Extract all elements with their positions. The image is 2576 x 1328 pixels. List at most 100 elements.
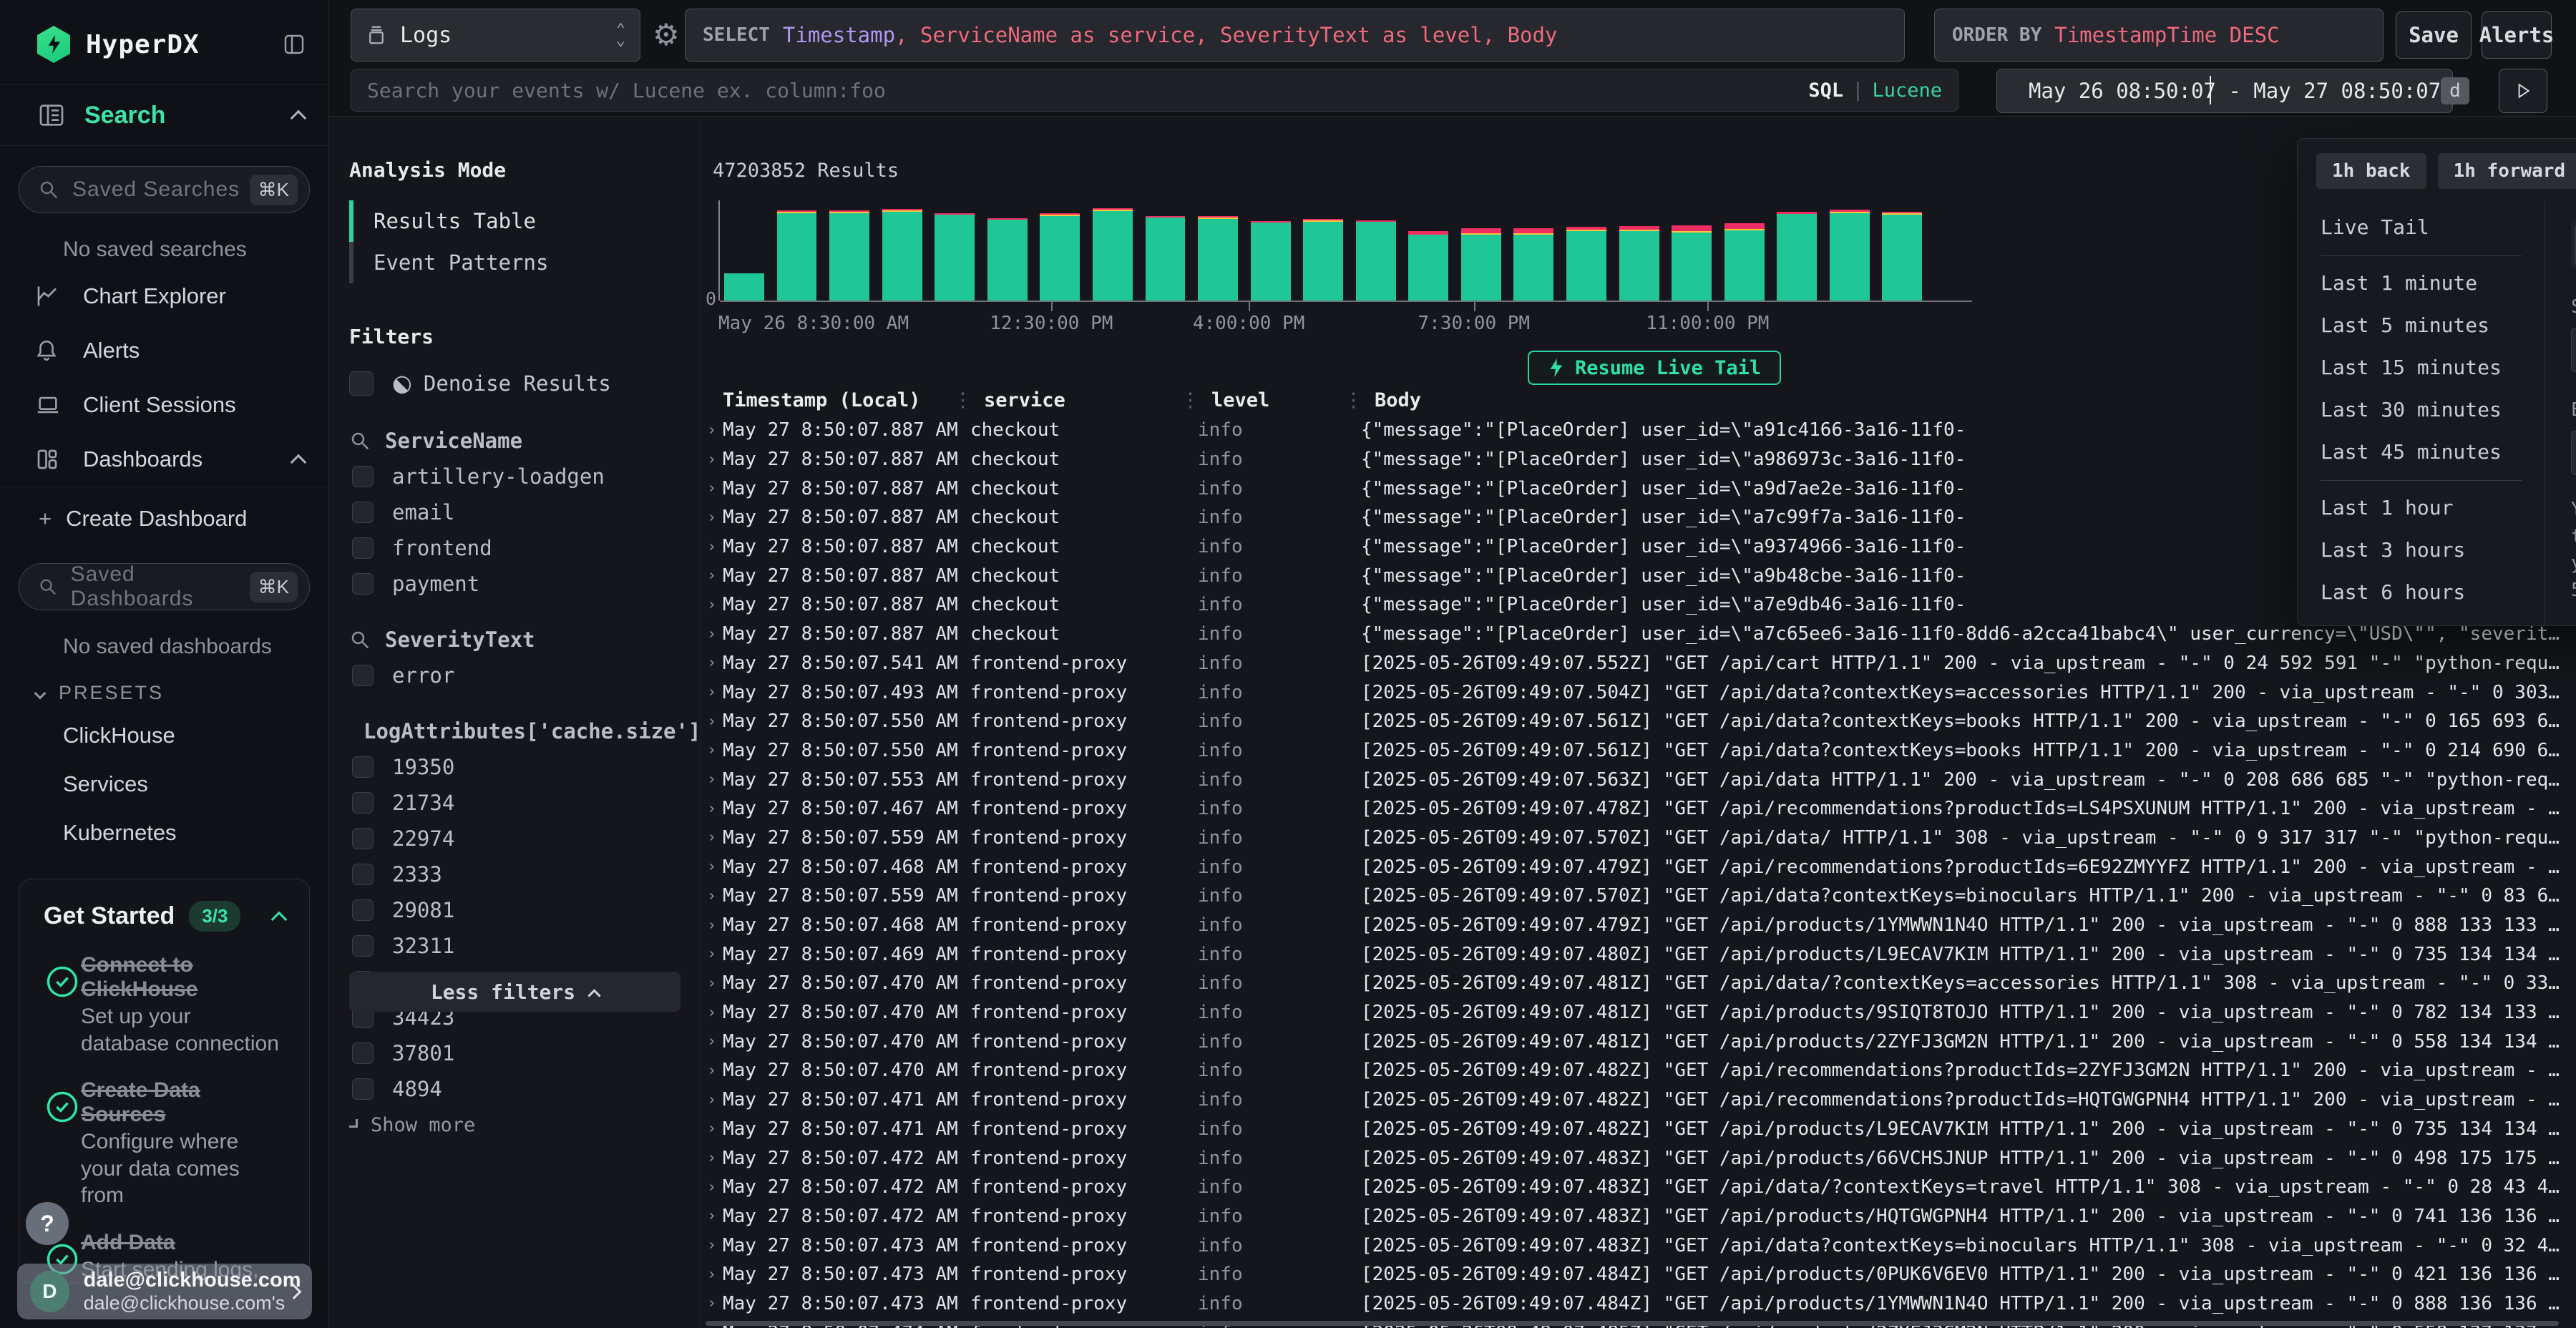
sidebar-item-dashboards[interactable]: Dashboards (0, 432, 328, 487)
create-dashboard-button[interactable]: +Create Dashboard (0, 487, 328, 543)
help-button[interactable]: ? (26, 1202, 69, 1245)
table-row[interactable]: ›May 27 8:50:07.887 AMcheckoutinfo{"mess… (701, 474, 2576, 503)
preset-clickhouse[interactable]: ClickHouse (0, 711, 328, 760)
table-row[interactable]: ›May 27 8:50:07.473 AMfrontend-proxyinfo… (701, 1289, 2576, 1319)
source-settings-gear-icon[interactable]: ⚙ (653, 17, 680, 52)
filter-checkbox[interactable] (352, 502, 374, 523)
row-expand-icon[interactable]: › (707, 1236, 723, 1254)
table-row[interactable]: ›May 27 8:50:07.887 AMcheckoutinfo{"mess… (701, 561, 2576, 590)
row-expand-icon[interactable]: › (707, 479, 723, 497)
row-expand-icon[interactable]: › (707, 771, 723, 788)
shift-back-button[interactable]: 1h back (2316, 153, 2426, 189)
saved-dashboards-input[interactable]: Saved Dashboards ⌘K (19, 563, 310, 610)
date-range-input[interactable]: May 26 08:50:07 - May 27 08:50:07 d (1996, 69, 2453, 113)
histogram-bar[interactable] (1146, 216, 1186, 301)
row-expand-icon[interactable]: › (707, 538, 723, 556)
resume-live-tail-button[interactable]: Resume Live Tail (1528, 351, 1781, 385)
column-resize-handle[interactable]: ⋮ (1344, 389, 1363, 411)
row-expand-icon[interactable]: › (707, 451, 723, 469)
alerts-button[interactable]: Alerts (2482, 11, 2552, 59)
time-preset-last-12-hours[interactable]: Last 12 hours (2298, 613, 2545, 626)
row-expand-icon[interactable]: › (707, 713, 723, 731)
analysis-mode-option[interactable]: Results Table (349, 200, 680, 242)
row-expand-icon[interactable]: › (707, 1149, 723, 1167)
filter-value-row[interactable]: frontend (349, 536, 680, 560)
histogram-bar[interactable] (987, 218, 1028, 301)
analysis-mode-option[interactable]: Event Patterns (349, 242, 680, 283)
results-histogram[interactable]: 1.2M 0 (718, 200, 1929, 301)
row-expand-icon[interactable]: › (707, 625, 723, 643)
row-expand-icon[interactable]: › (707, 1004, 723, 1022)
filter-value-row[interactable]: artillery-loadgen (349, 464, 680, 489)
show-more-button[interactable]: Show more (349, 1114, 680, 1136)
row-expand-icon[interactable]: › (707, 1032, 723, 1050)
filter-value-row[interactable]: 4894 (349, 1077, 680, 1101)
table-row[interactable]: ›May 27 8:50:07.887 AMcheckoutinfo{"mess… (701, 590, 2576, 620)
filter-group-name[interactable]: ServiceName (349, 429, 680, 453)
filter-checkbox[interactable] (352, 1043, 374, 1064)
histogram-bar[interactable] (1566, 227, 1606, 301)
sidebar-collapse-icon[interactable] (281, 31, 307, 57)
histogram-bar[interactable] (1777, 212, 1817, 301)
filter-checkbox[interactable] (352, 935, 374, 957)
preset-services[interactable]: Services (0, 760, 328, 809)
histogram-bar[interactable] (1198, 216, 1238, 301)
row-expand-icon[interactable]: › (707, 683, 723, 701)
histogram-bar[interactable] (1461, 228, 1501, 301)
filter-value-row[interactable]: 2333 (349, 862, 680, 887)
filter-value-row[interactable]: 22974 (349, 826, 680, 851)
denoise-checkbox[interactable] (349, 371, 374, 396)
checklist-item-connect[interactable]: Connect to ClickHouseSet up your databas… (44, 953, 285, 1057)
filter-checkbox[interactable] (352, 466, 374, 487)
checklist-item-sources[interactable]: Create Data SourcesConfigure where your … (44, 1078, 285, 1209)
column-resize-handle[interactable]: ⋮ (1181, 389, 1200, 411)
less-filters-button[interactable]: Less filters (349, 972, 680, 1012)
filter-checkbox[interactable] (352, 864, 374, 885)
histogram-bar[interactable] (1672, 225, 1712, 301)
filter-value-row[interactable]: payment (349, 572, 680, 596)
time-preset-last-1-minute[interactable]: Last 1 minute (2298, 262, 2545, 304)
time-preset-last-1-hour[interactable]: Last 1 hour (2298, 487, 2545, 529)
row-expand-icon[interactable]: › (707, 887, 723, 905)
filter-checkbox[interactable] (352, 573, 374, 595)
table-row[interactable]: ›May 27 8:50:07.472 AMfrontend-proxyinfo… (701, 1143, 2576, 1173)
filter-checkbox[interactable] (352, 1078, 374, 1100)
shift-forward-button[interactable]: 1h forward (2438, 153, 2576, 189)
filter-checkbox[interactable] (352, 665, 374, 686)
table-row[interactable]: ›May 27 8:50:07.469 AMfrontend-proxyinfo… (701, 939, 2576, 969)
table-row[interactable]: ›May 27 8:50:07.887 AMcheckoutinfo{"mess… (701, 620, 2576, 649)
chevron-up-icon[interactable] (271, 911, 288, 927)
time-preset-last-5-minutes[interactable]: Last 5 minutes (2298, 304, 2545, 346)
histogram-bar[interactable] (1040, 213, 1080, 301)
row-expand-icon[interactable]: › (707, 509, 723, 527)
filter-group-name[interactable]: SeverityText (349, 628, 680, 652)
table-row[interactable]: ›May 27 8:50:07.470 AMfrontend-proxyinfo… (701, 1056, 2576, 1085)
table-row[interactable]: ›May 27 8:50:07.887 AMcheckoutinfo{"mess… (701, 416, 2576, 445)
filter-checkbox[interactable] (352, 899, 374, 921)
table-row[interactable]: ›May 27 8:50:07.471 AMfrontend-proxyinfo… (701, 1115, 2576, 1144)
table-row[interactable]: ›May 27 8:50:07.559 AMfrontend-proxyinfo… (701, 824, 2576, 853)
row-expand-icon[interactable]: › (707, 654, 723, 672)
row-expand-icon[interactable]: › (707, 1178, 723, 1196)
preset-kubernetes[interactable]: Kubernetes (0, 809, 328, 857)
row-expand-icon[interactable]: › (707, 1294, 723, 1312)
sql-toggle[interactable]: SQL (1808, 79, 1843, 102)
row-expand-icon[interactable]: › (707, 1062, 723, 1080)
table-row[interactable]: ›May 27 8:50:07.541 AMfrontend-proxyinfo… (701, 649, 2576, 678)
end-time-input[interactable]: 2025-05-27 08:50:07 (2571, 431, 2576, 475)
table-row[interactable]: ›May 27 8:50:07.493 AMfrontend-proxyinfo… (701, 678, 2576, 707)
time-preset-last-45-minutes[interactable]: Last 45 minutes (2298, 431, 2545, 473)
filter-checkbox[interactable] (352, 828, 374, 849)
row-expand-icon[interactable]: › (707, 1266, 723, 1284)
time-preset-last-30-minutes[interactable]: Last 30 minutes (2298, 389, 2545, 431)
time-preset-last-3-hours[interactable]: Last 3 hours (2298, 529, 2545, 571)
table-row[interactable]: ›May 27 8:50:07.473 AMfrontend-proxyinfo… (701, 1260, 2576, 1289)
histogram-bar[interactable] (1882, 212, 1922, 301)
row-expand-icon[interactable]: › (707, 567, 723, 585)
table-row[interactable]: ›May 27 8:50:07.887 AMcheckoutinfo{"mess… (701, 532, 2576, 562)
column-header-service[interactable]: ⋮service (970, 389, 1198, 411)
filter-value-row[interactable]: 32311 (349, 934, 680, 958)
histogram-bar[interactable] (882, 209, 922, 301)
run-query-button[interactable] (2499, 69, 2547, 113)
histogram-bar[interactable] (1619, 226, 1659, 301)
